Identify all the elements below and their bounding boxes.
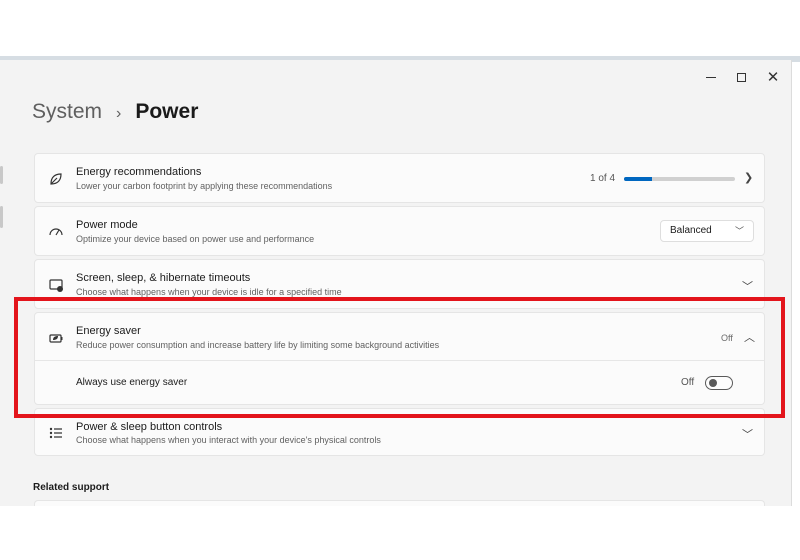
related-support-card[interactable] [34,500,765,506]
close-button[interactable]: ✕ [758,66,788,88]
progress-count: 1 of 4 [590,173,616,184]
chevron-down-icon: ﹀ [734,226,744,236]
minimize-icon [706,76,716,78]
setting-energy-recommendations[interactable]: Energy recommendations Lower your carbon… [34,153,765,203]
gauge-icon [46,222,66,242]
setting-subtitle: Lower your carbon footprint by applying … [76,181,333,191]
setting-title: Power & sleep button controls [76,421,223,433]
dropdown-value: Balanced [670,225,712,236]
setting-subtitle: Optimize your device based on power use … [76,234,315,244]
recommendations-progress-bar [624,177,735,181]
maximize-icon [736,72,746,82]
screenshot-stage: ✕ System › Power Energy recommendations … [0,0,800,560]
highlight-box [14,297,785,418]
setting-subtitle: Choose what happens when you interact wi… [76,435,381,445]
setting-title: Energy recommendations [76,166,202,178]
nav-pane-edge [0,206,3,228]
setting-title: Power mode [76,219,138,231]
related-support-heading: Related support [33,482,110,493]
list-icon [46,423,66,443]
progress-fill [624,177,652,181]
maximize-button[interactable] [726,66,756,88]
nav-pane-edge [0,166,3,184]
chevron-down-icon: ﹀ [742,429,753,441]
minimize-button[interactable] [696,66,726,88]
close-icon: ✕ [766,68,780,86]
breadcrumb-system[interactable]: System [32,100,102,124]
setting-subtitle: Choose what happens when your device is … [76,287,342,297]
breadcrumb-separator: › [116,105,122,122]
leaf-icon [46,169,66,189]
screen-sleep-icon [46,275,66,295]
setting-power-mode: Power mode Optimize your device based on… [34,206,765,256]
chevron-down-icon: ﹀ [742,281,753,293]
breadcrumb: System › Power [32,100,198,124]
setting-title: Screen, sleep, & hibernate timeouts [76,272,251,284]
page-title: Power [135,100,199,123]
chevron-right-icon: ❯ [744,172,754,184]
power-mode-dropdown[interactable]: Balanced ﹀ [660,220,754,242]
